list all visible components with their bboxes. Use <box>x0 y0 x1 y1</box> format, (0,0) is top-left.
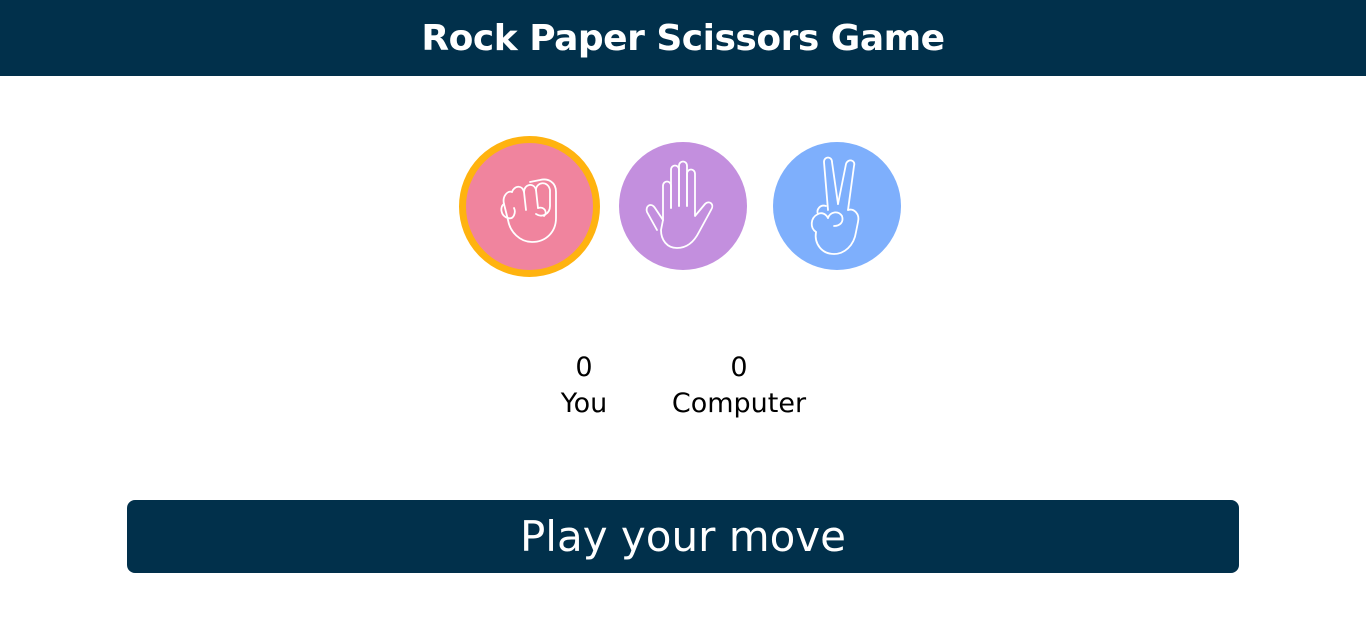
score-you: 0 You <box>544 350 624 422</box>
choice-rock[interactable] <box>459 136 600 277</box>
score-you-value: 0 <box>575 352 593 383</box>
choices-row <box>0 0 1366 300</box>
choice-scissors[interactable] <box>773 142 901 270</box>
rock-fist-icon <box>499 178 557 243</box>
play-move-button[interactable]: Play your move <box>127 500 1239 573</box>
score-you-label: You <box>560 388 608 419</box>
paper-hand-icon <box>645 160 714 249</box>
score-computer-value: 0 <box>730 352 748 383</box>
score-computer: 0 Computer <box>664 350 814 422</box>
scissors-hand-icon <box>810 156 860 255</box>
choice-paper[interactable] <box>619 142 747 270</box>
score-computer-label: Computer <box>671 388 807 419</box>
